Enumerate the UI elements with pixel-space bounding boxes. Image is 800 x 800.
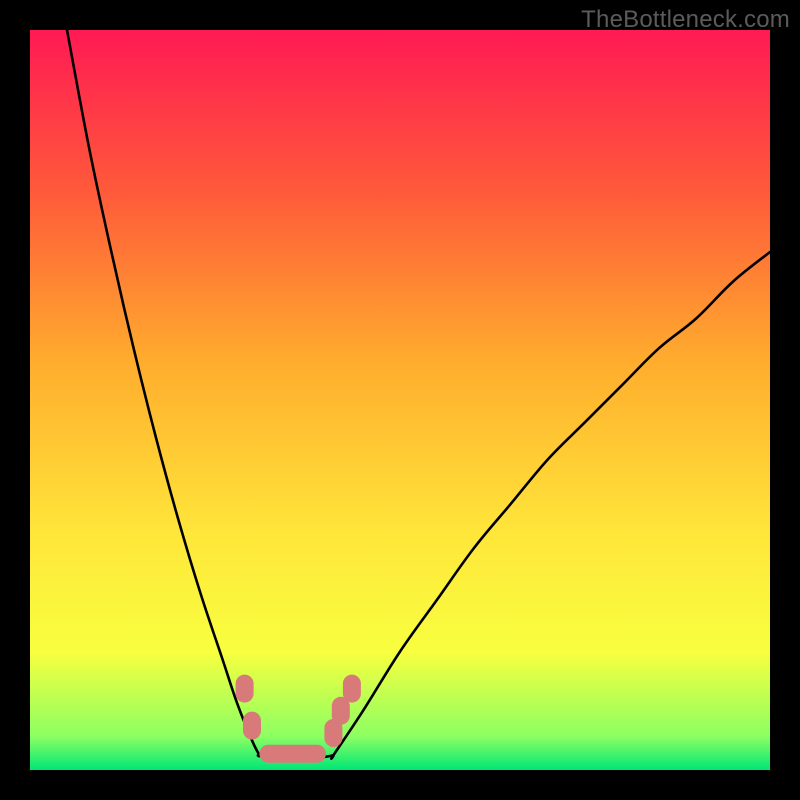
chart-area — [30, 30, 770, 770]
marker-floor-bar — [259, 745, 326, 763]
marker-left-cluster-bottom — [243, 712, 261, 740]
marker-right-cluster-c — [343, 675, 361, 703]
gradient-background — [30, 30, 770, 770]
chart-svg — [30, 30, 770, 770]
marker-left-cluster-top — [236, 675, 254, 703]
outer-frame: TheBottleneck.com — [0, 0, 800, 800]
